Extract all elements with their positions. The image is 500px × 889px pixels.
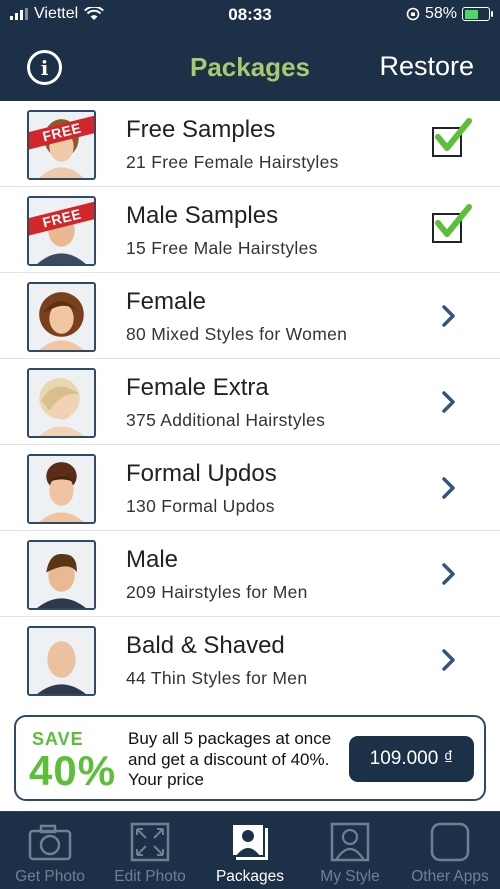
tab-bar: Get Photo Edit Photo Packages My Style O… xyxy=(0,811,500,889)
male-portrait-thumbnail xyxy=(27,626,96,696)
tab-label: Get Photo xyxy=(15,868,85,885)
tab-label: Edit Photo xyxy=(114,868,186,885)
package-title: Bald & Shaved xyxy=(126,632,285,659)
package-row-male-samples[interactable]: FREE Male Samples 15 Free Male Hairstyle… xyxy=(0,187,500,273)
package-row-formal-updos[interactable]: Formal Updos 130 Formal Updos xyxy=(0,445,500,531)
tab-get-photo[interactable]: Get Photo xyxy=(0,812,100,889)
female-portrait-thumbnail xyxy=(27,368,96,438)
orientation-lock-icon xyxy=(406,7,420,21)
package-title: Female Extra xyxy=(126,374,269,401)
package-title: Free Samples xyxy=(126,116,276,143)
bundle-offer-card: SAVE 40% Buy all 5 packages at once and … xyxy=(14,715,486,801)
battery-icon xyxy=(462,7,493,21)
package-row-bald-shaved[interactable]: Bald & Shaved 44 Thin Styles for Men xyxy=(0,617,500,703)
apps-icon xyxy=(430,822,470,862)
tab-packages[interactable]: Packages xyxy=(200,812,300,889)
chevron-right-icon[interactable] xyxy=(440,648,458,672)
package-subtitle: 375 Additional Hairstyles xyxy=(126,410,326,430)
tab-label: My Style xyxy=(320,868,380,885)
package-title: Formal Updos xyxy=(126,460,277,487)
checkmark-icon xyxy=(435,204,472,237)
package-subtitle: 209 Hairstyles for Men xyxy=(126,582,308,602)
checkbox-checked[interactable] xyxy=(432,118,472,157)
package-list: FREE Free Samples 21 Free Female Hairsty… xyxy=(0,101,500,703)
chevron-right-icon[interactable] xyxy=(440,562,458,586)
offer-description: Buy all 5 packages at once and get a dis… xyxy=(128,729,332,789)
camera-icon xyxy=(28,824,72,861)
female-portrait-thumbnail xyxy=(27,282,96,352)
tab-other-apps[interactable]: Other Apps xyxy=(400,812,500,889)
discount-percent: 40% xyxy=(29,747,117,794)
nav-bar: i Packages Restore xyxy=(0,30,500,101)
chevron-right-icon[interactable] xyxy=(440,304,458,328)
chevron-right-icon[interactable] xyxy=(440,390,458,414)
resize-icon xyxy=(130,822,170,862)
person-icon xyxy=(330,822,370,862)
tab-label: Packages xyxy=(215,868,285,885)
package-title: Male Samples xyxy=(126,202,279,229)
package-row-female[interactable]: Female 80 Mixed Styles for Women xyxy=(0,273,500,359)
female-portrait-thumbnail: FREE xyxy=(27,110,96,180)
package-row-free-samples[interactable]: FREE Free Samples 21 Free Female Hairsty… xyxy=(0,101,500,187)
tab-my-style[interactable]: My Style xyxy=(300,812,400,889)
package-title: Male xyxy=(126,546,179,573)
male-portrait-thumbnail: FREE xyxy=(27,196,96,266)
packages-icon xyxy=(231,823,268,860)
tab-label: Other Apps xyxy=(411,868,489,885)
female-portrait-thumbnail xyxy=(27,454,96,524)
buy-all-price-button[interactable]: 109.000 ₫ xyxy=(349,736,474,782)
male-portrait-thumbnail xyxy=(27,540,96,610)
restore-button[interactable]: Restore xyxy=(379,51,474,82)
package-row-female-extra[interactable]: Female Extra 375 Additional Hairstyles xyxy=(0,359,500,445)
header: Viettel 08:33 58% i Packages Restore xyxy=(0,0,500,101)
package-subtitle: 130 Formal Updos xyxy=(126,496,275,516)
package-subtitle: 21 Free Female Hairstyles xyxy=(126,152,339,172)
package-row-male[interactable]: Male 209 Hairstyles for Men xyxy=(0,531,500,617)
package-subtitle: 44 Thin Styles for Men xyxy=(126,668,308,688)
checkbox-checked[interactable] xyxy=(432,204,472,243)
package-title: Female xyxy=(126,288,207,315)
package-subtitle: 15 Free Male Hairstyles xyxy=(126,238,318,258)
status-bar: Viettel 08:33 58% xyxy=(0,0,500,30)
package-subtitle: 80 Mixed Styles for Women xyxy=(126,324,348,344)
battery-percent: 58% xyxy=(424,5,457,22)
tab-edit-photo[interactable]: Edit Photo xyxy=(100,812,200,889)
chevron-right-icon[interactable] xyxy=(440,476,458,500)
checkmark-icon xyxy=(435,118,472,151)
